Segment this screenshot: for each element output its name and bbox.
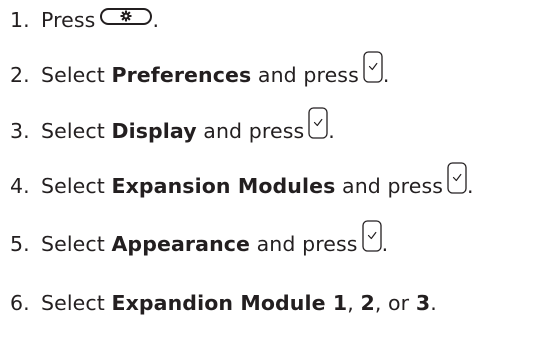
instruction-list: 1. Press . 2. Select Preferences and pre… [0, 0, 560, 338]
step-number: 2. [10, 63, 30, 87]
step-text-pre: Select [41, 63, 112, 87]
step-number: 5. [10, 232, 30, 256]
settings-button-icon [100, 7, 153, 25]
step-text-post: . [467, 174, 474, 198]
menu-item-name: Appearance [111, 232, 251, 256]
ok-button-icon [447, 162, 467, 194]
step-text-post: . [328, 119, 335, 143]
step-text-post: . [152, 8, 160, 32]
ok-button-icon [308, 107, 328, 139]
checkmark-icon [363, 51, 383, 83]
step-6: 6. Select Expandion Module 1 , 2 , or 3 … [10, 283, 437, 323]
step-text-post: . [381, 232, 389, 256]
step-text-pre: Select [41, 119, 112, 143]
step-text-post: . [430, 291, 437, 315]
step-number: 4. [10, 174, 30, 198]
step-text-mid: and press [250, 232, 358, 256]
step-4: 4. Select Expansion Modules and press . [10, 162, 474, 206]
gear-icon [120, 10, 132, 22]
menu-item-name: Expansion Modules [111, 174, 336, 198]
menu-item-name: Preferences [111, 63, 252, 87]
step-1: 1. Press . [10, 0, 159, 40]
menu-item-name: Expandion Module 1 [111, 291, 348, 315]
step-text-pre: Select [41, 291, 112, 315]
step-2: 2. Select Preferences and press . [10, 51, 390, 95]
step-text-post: . [382, 63, 390, 87]
menu-item-name: 3 [415, 291, 431, 315]
step-text-pre: Press [41, 8, 96, 32]
step-text-mid: and press [196, 119, 305, 143]
checkmark-icon [308, 107, 328, 139]
step-text-mid: and press [251, 63, 359, 87]
step-text-pre: Select [41, 174, 112, 198]
step-text-mid: and press [335, 174, 444, 198]
ok-button-icon [361, 220, 382, 252]
step-number: 6. [10, 291, 30, 315]
step-5: 5. Select Appearance and press . [10, 220, 389, 264]
step-text-separator: , or [374, 291, 416, 315]
ok-button-icon [363, 51, 383, 83]
step-text-pre: Select [41, 232, 112, 256]
step-3: 3. Select Display and press . [10, 107, 335, 151]
menu-item-name: 2 [360, 291, 375, 315]
step-number: 1. [10, 8, 30, 32]
step-text-separator: , [347, 291, 361, 315]
step-number: 3. [10, 119, 30, 143]
checkmark-icon [447, 162, 467, 194]
checkmark-icon [361, 220, 382, 252]
menu-item-name: Display [111, 119, 197, 143]
